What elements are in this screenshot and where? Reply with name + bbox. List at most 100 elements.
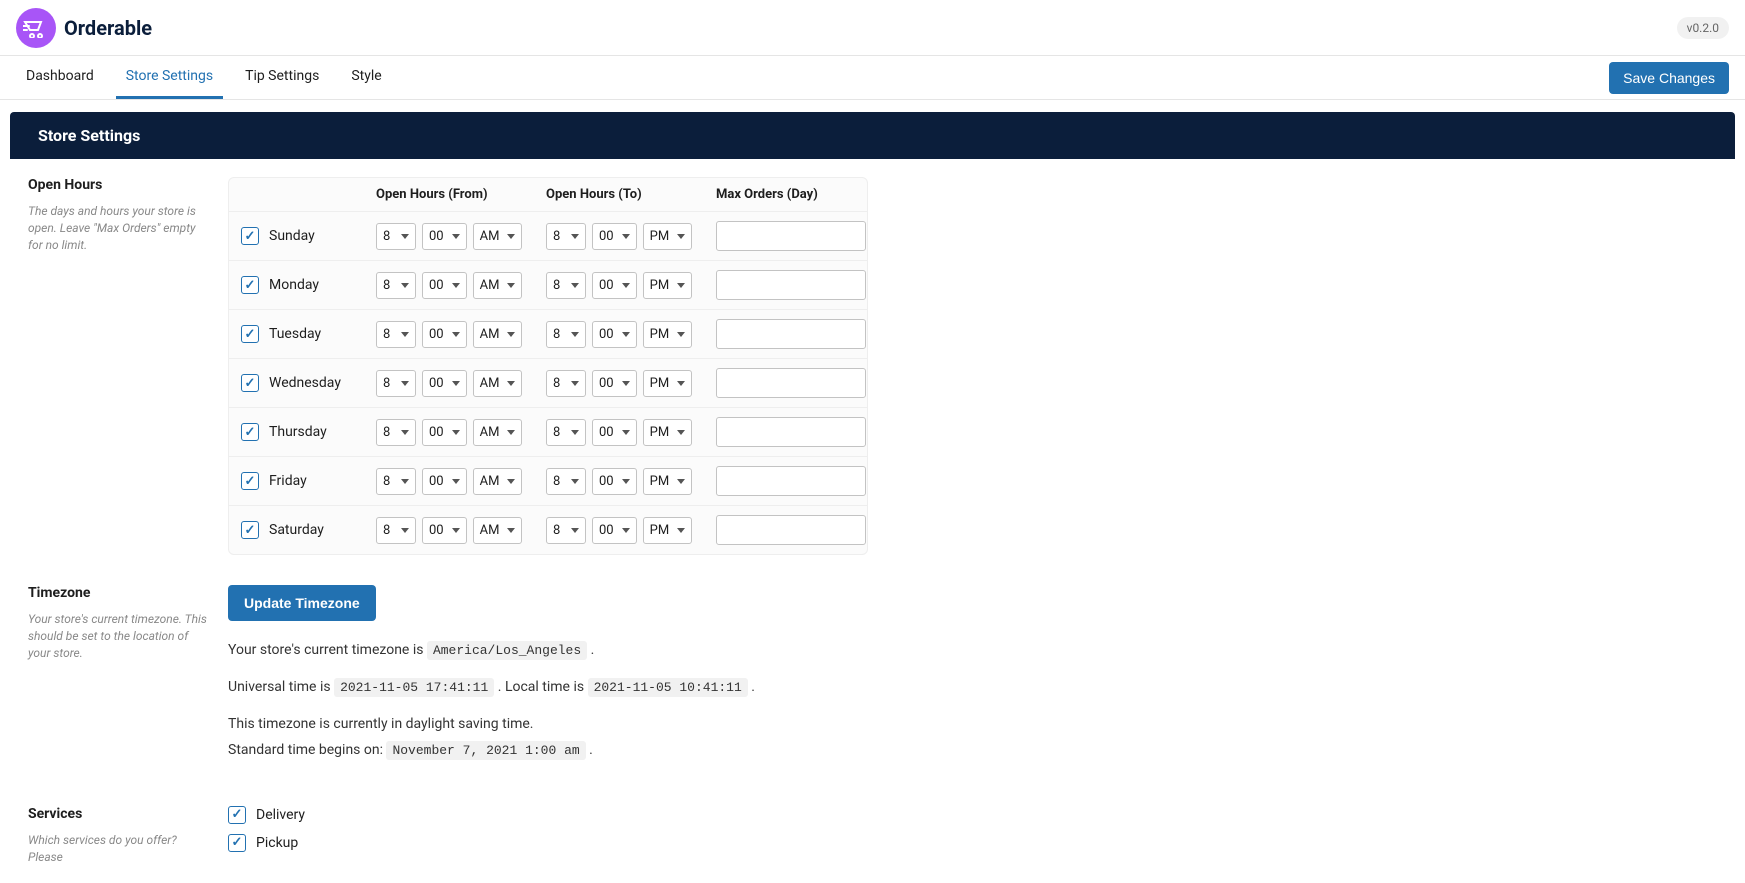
brand-name: Orderable	[64, 16, 152, 40]
save-changes-button[interactable]: Save Changes	[1609, 62, 1729, 94]
to-period-select[interactable]: PM	[643, 517, 693, 544]
chevron-down-icon	[452, 430, 460, 435]
page-title: Store Settings	[10, 112, 1735, 159]
tabs-row: Dashboard Store Settings Tip Settings Style…	[0, 56, 1745, 100]
tab-dashboard[interactable]: Dashboard	[16, 56, 104, 99]
to-period-select[interactable]: PM	[643, 321, 693, 348]
day-checkbox[interactable]	[241, 521, 259, 539]
to-minute-select[interactable]: 00	[592, 370, 637, 397]
chevron-down-icon	[622, 332, 630, 337]
chevron-down-icon	[507, 332, 515, 337]
max-orders-input[interactable]	[716, 270, 866, 300]
to-minute-select[interactable]: 00	[592, 419, 637, 446]
table-row: Sunday800AM800PM	[229, 212, 867, 261]
to-period-select[interactable]: PM	[643, 223, 693, 250]
day-label: Saturday	[269, 522, 324, 538]
table-row: Thursday800AM800PM	[229, 408, 867, 457]
day-checkbox[interactable]	[241, 276, 259, 294]
from-minute-select[interactable]: 00	[422, 517, 467, 544]
chevron-down-icon	[571, 332, 579, 337]
to-minute-select[interactable]: 00	[592, 223, 637, 250]
to-period-select[interactable]: PM	[643, 272, 693, 299]
day-checkbox[interactable]	[241, 325, 259, 343]
from-minute-select[interactable]: 00	[422, 468, 467, 495]
table-row: Wednesday800AM800PM	[229, 359, 867, 408]
from-period-select[interactable]: AM	[473, 370, 523, 397]
from-hour-select[interactable]: 8	[376, 223, 416, 250]
from-period-select[interactable]: AM	[473, 517, 523, 544]
timezone-value: America/Los_Angeles	[427, 641, 587, 660]
from-hour-select[interactable]: 8	[376, 517, 416, 544]
to-hour-select[interactable]: 8	[546, 517, 586, 544]
from-period-select[interactable]: AM	[473, 321, 523, 348]
to-hour-select[interactable]: 8	[546, 370, 586, 397]
chevron-down-icon	[507, 528, 515, 533]
from-minute-select[interactable]: 00	[422, 223, 467, 250]
to-minute-select[interactable]: 00	[592, 517, 637, 544]
tab-style[interactable]: Style	[341, 56, 391, 99]
from-minute-select[interactable]: 00	[422, 321, 467, 348]
chevron-down-icon	[622, 234, 630, 239]
day-label: Wednesday	[269, 375, 341, 391]
to-period-select[interactable]: PM	[643, 419, 693, 446]
day-checkbox[interactable]	[241, 472, 259, 490]
to-minute-select[interactable]: 00	[592, 272, 637, 299]
chevron-down-icon	[507, 381, 515, 386]
chevron-down-icon	[677, 332, 685, 337]
to-minute-select[interactable]: 00	[592, 321, 637, 348]
chevron-down-icon	[401, 283, 409, 288]
from-period-select[interactable]: AM	[473, 272, 523, 299]
day-checkbox[interactable]	[241, 227, 259, 245]
from-minute-select[interactable]: 00	[422, 370, 467, 397]
chevron-down-icon	[401, 430, 409, 435]
max-orders-input[interactable]	[716, 368, 866, 398]
from-hour-select[interactable]: 8	[376, 272, 416, 299]
max-orders-input[interactable]	[716, 417, 866, 447]
to-hour-select[interactable]: 8	[546, 468, 586, 495]
tab-tip-settings[interactable]: Tip Settings	[235, 56, 329, 99]
service-option: Pickup	[228, 834, 868, 852]
tab-store-settings[interactable]: Store Settings	[116, 56, 223, 99]
from-hour-select[interactable]: 8	[376, 321, 416, 348]
day-checkbox[interactable]	[241, 374, 259, 392]
table-row: Tuesday800AM800PM	[229, 310, 867, 359]
to-period-select[interactable]: PM	[643, 370, 693, 397]
timezone-dst-line: This timezone is currently in daylight s…	[228, 713, 1128, 735]
services-title: Services	[28, 806, 208, 822]
std-time: November 7, 2021 1:00 am	[386, 741, 585, 760]
day-checkbox[interactable]	[241, 423, 259, 441]
chevron-down-icon	[452, 381, 460, 386]
from-hour-select[interactable]: 8	[376, 419, 416, 446]
to-period-select[interactable]: PM	[643, 468, 693, 495]
to-hour-select[interactable]: 8	[546, 419, 586, 446]
from-period-select[interactable]: AM	[473, 419, 523, 446]
from-hour-select[interactable]: 8	[376, 468, 416, 495]
from-period-select[interactable]: AM	[473, 223, 523, 250]
to-hour-select[interactable]: 8	[546, 223, 586, 250]
to-hour-select[interactable]: 8	[546, 321, 586, 348]
chevron-down-icon	[452, 479, 460, 484]
max-orders-input[interactable]	[716, 319, 866, 349]
max-orders-input[interactable]	[716, 466, 866, 496]
service-checkbox[interactable]	[228, 806, 246, 824]
chevron-down-icon	[677, 479, 685, 484]
brand-icon	[16, 8, 56, 48]
chevron-down-icon	[452, 234, 460, 239]
to-hour-select[interactable]: 8	[546, 272, 586, 299]
from-period-select[interactable]: AM	[473, 468, 523, 495]
from-minute-select[interactable]: 00	[422, 419, 467, 446]
table-row: Friday800AM800PM	[229, 457, 867, 506]
from-minute-select[interactable]: 00	[422, 272, 467, 299]
max-orders-input[interactable]	[716, 515, 866, 545]
col-to: Open Hours (To)	[546, 187, 716, 202]
update-timezone-button[interactable]: Update Timezone	[228, 585, 376, 621]
max-orders-input[interactable]	[716, 221, 866, 251]
local-time: 2021-11-05 10:41:11	[588, 678, 748, 697]
service-checkbox[interactable]	[228, 834, 246, 852]
table-row: Monday800AM800PM	[229, 261, 867, 310]
from-hour-select[interactable]: 8	[376, 370, 416, 397]
chevron-down-icon	[677, 381, 685, 386]
to-minute-select[interactable]: 00	[592, 468, 637, 495]
chevron-down-icon	[507, 283, 515, 288]
chevron-down-icon	[401, 528, 409, 533]
